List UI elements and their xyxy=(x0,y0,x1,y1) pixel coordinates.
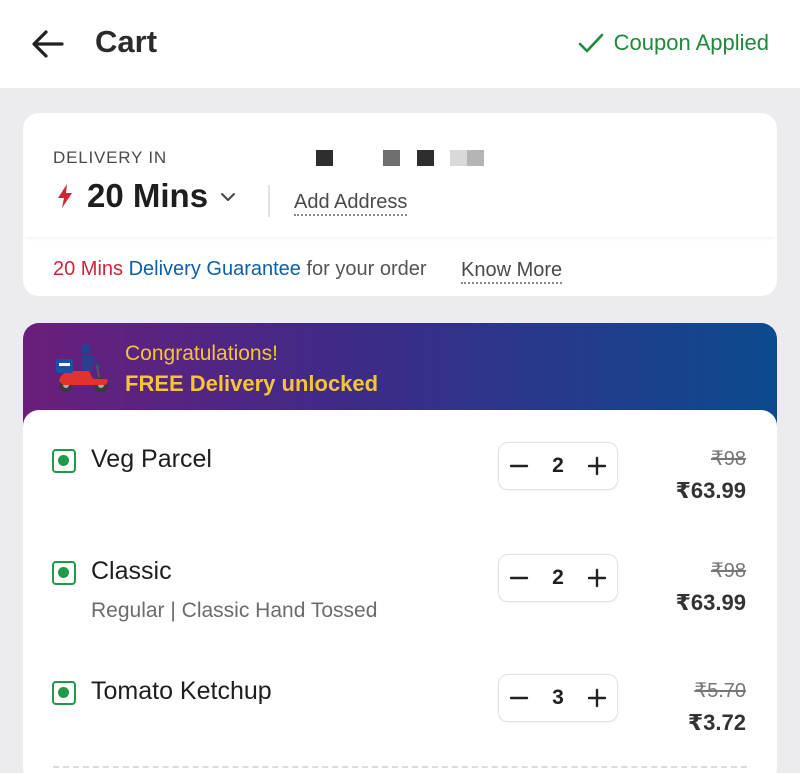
item-description: Regular | Classic Hand Tossed xyxy=(91,599,378,622)
redaction-block xyxy=(383,150,400,166)
scooter-icon xyxy=(56,344,108,392)
header: Cart Coupon Applied xyxy=(0,0,800,88)
guarantee-time: 20 Mins xyxy=(53,258,124,280)
divider xyxy=(268,185,270,217)
delivery-time: 20 Mins xyxy=(87,177,209,214)
cart-card: Congratulations! FREE Delivery unlocked … xyxy=(23,323,777,773)
redaction-block xyxy=(316,150,333,166)
delivery-guarantee: 20 Mins Delivery Guarantee for your orde… xyxy=(53,258,427,281)
page-title: Cart xyxy=(95,24,158,59)
know-more-link[interactable]: Know More xyxy=(461,258,563,284)
minus-icon[interactable] xyxy=(505,684,533,712)
guarantee-suffix: for your order xyxy=(306,258,427,280)
delivery-card: DELIVERY IN 20 Mins Add Address 20 Mins … xyxy=(23,113,777,296)
banner-title: Congratulations! xyxy=(125,342,278,365)
redaction-block xyxy=(450,150,467,166)
original-price: ₹98 xyxy=(711,560,746,582)
original-price: ₹98 xyxy=(711,448,746,470)
redaction-block xyxy=(417,150,434,166)
plus-icon[interactable] xyxy=(583,564,611,592)
item-price: ₹63.99 xyxy=(675,478,746,503)
minus-icon[interactable] xyxy=(505,564,533,592)
quantity-stepper: 2 xyxy=(498,554,618,602)
quantity-stepper: 3 xyxy=(498,674,618,722)
veg-indicator-icon xyxy=(52,561,76,585)
add-address-link[interactable]: Add Address xyxy=(294,190,408,216)
guarantee-text: Delivery Guarantee xyxy=(128,258,301,280)
item-name: Tomato Ketchup xyxy=(91,677,272,705)
back-button[interactable] xyxy=(28,24,68,64)
quantity-stepper: 2 xyxy=(498,442,618,490)
item-quantity: 2 xyxy=(552,566,564,589)
item-price: ₹3.72 xyxy=(687,710,746,735)
arrow-left-icon xyxy=(32,30,64,58)
item-name: Veg Parcel xyxy=(91,445,212,473)
item-price: ₹63.99 xyxy=(675,590,746,615)
minus-icon[interactable] xyxy=(505,452,533,480)
item-quantity: 2 xyxy=(552,454,564,477)
plus-icon[interactable] xyxy=(583,684,611,712)
original-price: ₹5.70 xyxy=(694,680,746,702)
cart-item-list: Veg Parcel 2 ₹98 ₹63.99 Classic Regular … xyxy=(23,410,777,773)
item-name: Classic xyxy=(91,557,172,585)
redaction-block xyxy=(467,150,484,166)
lightning-icon xyxy=(58,184,72,208)
check-icon xyxy=(578,33,603,53)
banner-subtitle: FREE Delivery unlocked xyxy=(125,371,379,396)
item-quantity: 3 xyxy=(552,686,564,709)
coupon-status-label: Coupon Applied xyxy=(613,30,769,55)
coupon-status: Coupon Applied xyxy=(576,28,769,58)
plus-icon[interactable] xyxy=(583,452,611,480)
delivery-label: DELIVERY IN xyxy=(53,148,167,167)
veg-indicator-icon xyxy=(52,681,76,705)
delivery-info: DELIVERY IN 20 Mins Add Address xyxy=(23,113,777,237)
veg-indicator-icon xyxy=(52,449,76,473)
divider xyxy=(53,766,747,768)
chevron-down-icon[interactable] xyxy=(218,187,238,207)
